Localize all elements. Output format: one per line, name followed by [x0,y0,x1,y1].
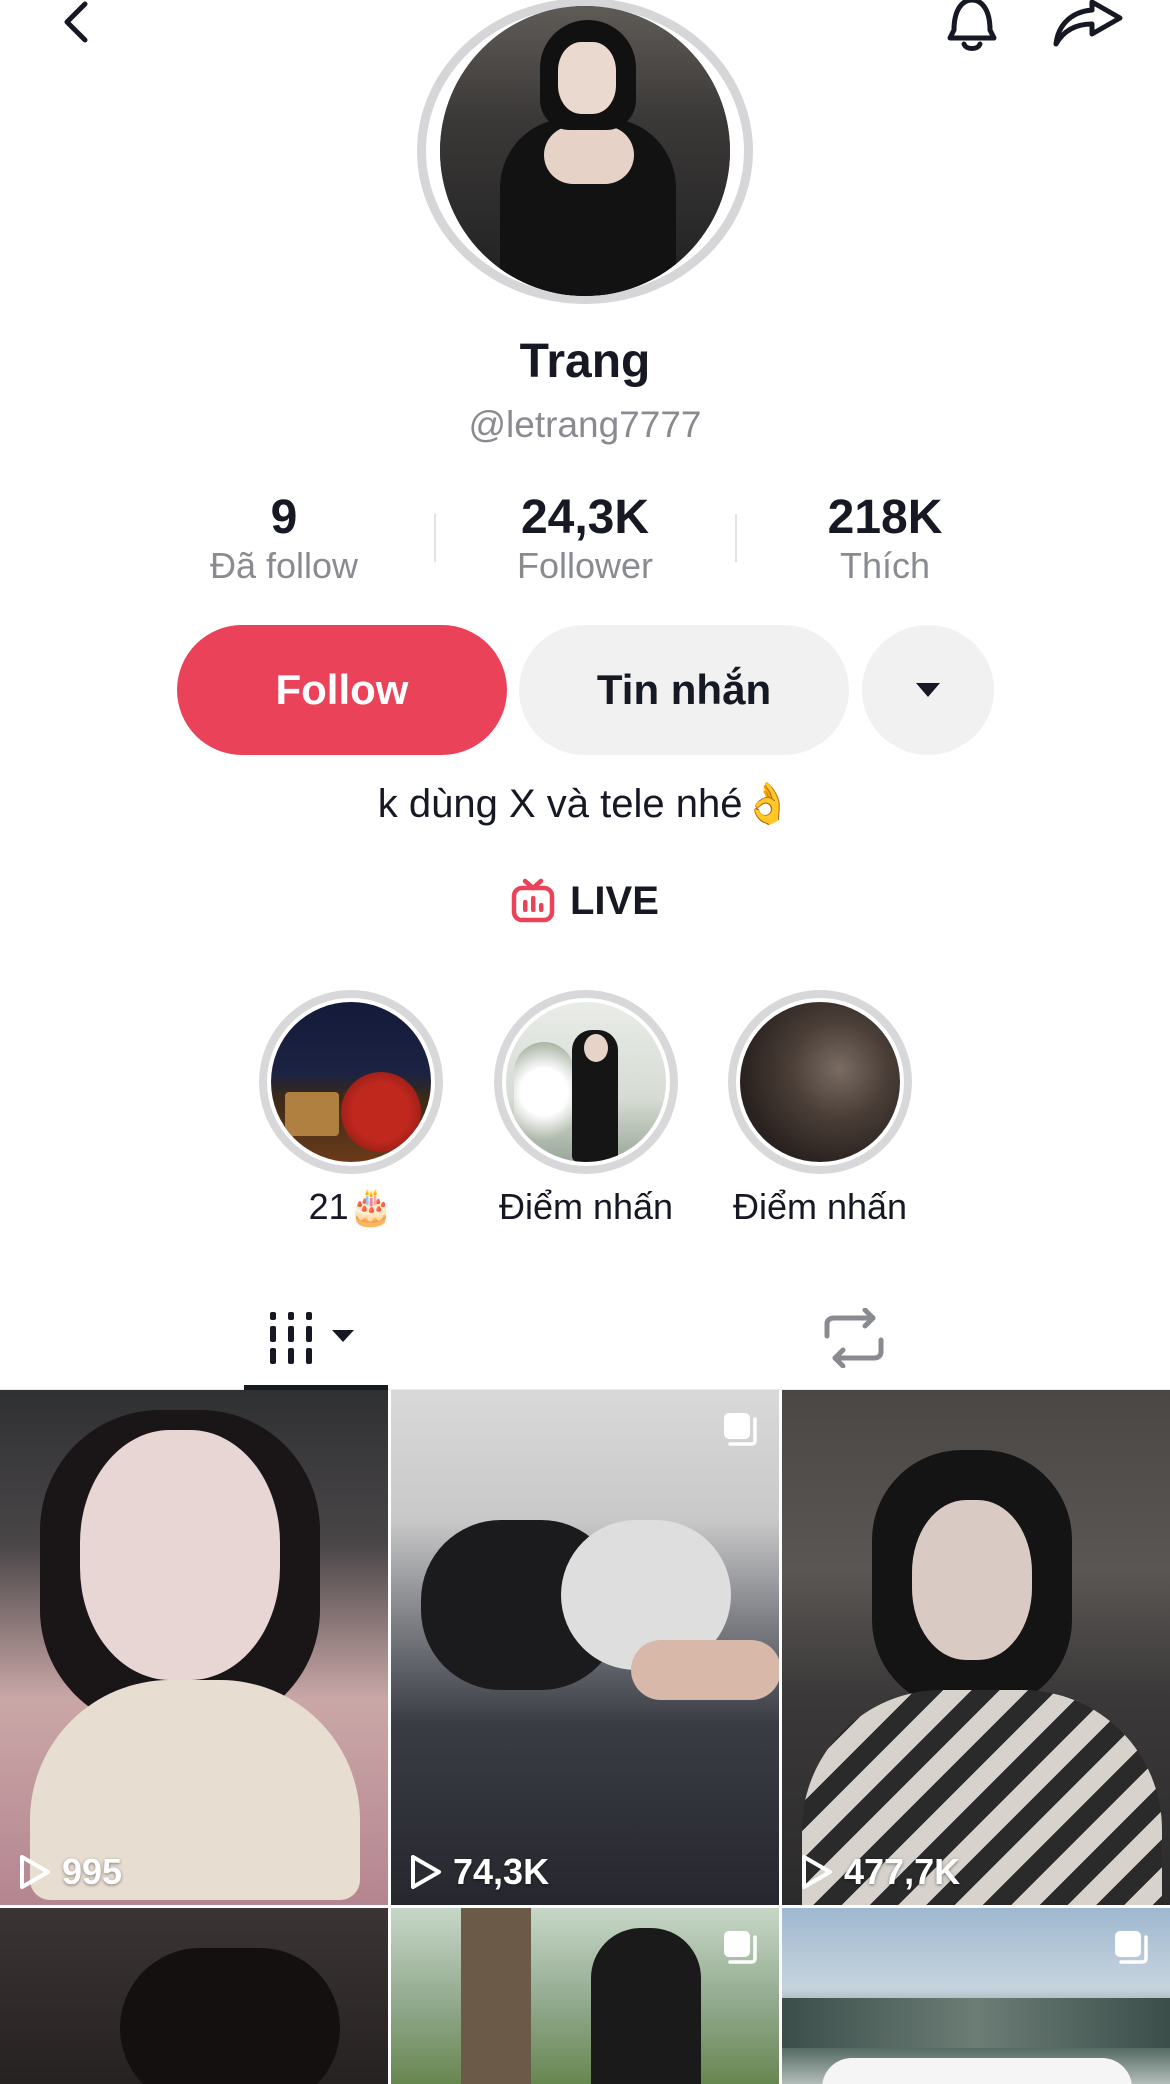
content-tabs [0,1290,1170,1390]
stat-label: Follower [516,545,654,586]
share-button[interactable] [1050,0,1126,56]
video-grid-icon [270,1312,354,1364]
video-thumbnail[interactable]: 995 [0,1390,388,1905]
stat-value: 24,3K [520,491,650,544]
profile-avatar-ring[interactable] [417,0,753,304]
more-options-button[interactable] [862,625,994,755]
notification-button[interactable] [940,0,1004,56]
view-count-text: 477,7K [844,1851,961,1892]
profile-name: Trang [519,335,651,388]
highlight-item[interactable]: Điểm nhấn [728,990,912,1228]
stat-followers[interactable]: 24,3K Follower [435,488,735,588]
profile-bio: k dùng X và tele nhé👌 [377,782,793,826]
highlight-ring [728,990,912,1174]
message-button[interactable]: Tin nhắn [519,625,849,755]
view-count: 995 [18,1851,122,1893]
live-label: LIVE [570,878,659,923]
multi-image-icon [724,1931,757,1964]
highlight-item[interactable]: 21🎂 [259,990,443,1228]
highlight-label: Điểm nhấn [498,1186,674,1227]
follow-button[interactable]: Follow [177,625,507,755]
highlight-label: 21🎂 [308,1186,394,1227]
video-thumbnail[interactable]: 477,7K [782,1390,1170,1905]
stat-label: Thích [839,545,931,586]
view-count: 477,7K [800,1851,960,1893]
stat-value: 9 [270,491,298,544]
tab-videos[interactable] [244,1298,388,1378]
highlight-thumbnail [506,1002,666,1162]
view-count-text: 74,3K [453,1851,550,1892]
highlight-item[interactable]: Điểm nhấn [494,990,678,1228]
share-arrow-icon [1053,0,1123,47]
play-icon [411,1855,441,1889]
bell-icon [947,0,997,51]
view-count-text: 995 [62,1851,123,1892]
highlight-thumbnail [740,1002,900,1162]
multi-image-badge [1112,1928,1150,1971]
multi-image-badge [721,1410,759,1453]
video-thumbnail[interactable] [391,1908,779,2084]
highlight-ring [259,990,443,1174]
play-icon [802,1855,832,1889]
back-button[interactable] [52,0,102,50]
multi-image-icon [1115,1931,1148,1964]
view-count: 74,3K [409,1851,549,1893]
live-link[interactable]: LIVE [510,876,659,926]
stat-likes[interactable]: 218K Thích [735,488,1035,588]
chevron-left-icon [64,1,88,43]
stat-following[interactable]: 9 Đã follow [134,488,434,588]
highlight-ring [494,990,678,1174]
avatar[interactable] [440,6,730,296]
repost-icon [824,1308,884,1368]
play-icon [20,1855,50,1889]
video-thumbnail[interactable] [0,1908,388,2084]
live-tv-icon [511,878,555,923]
profile-stats: 9 Đã follow 24,3K Follower 218K Thích [0,488,1170,598]
highlight-label: Điểm nhấn [732,1186,908,1227]
multi-image-badge [721,1928,759,1971]
stat-value: 218K [827,491,943,544]
video-thumbnail[interactable]: 74,3K [391,1390,779,1905]
caret-down-icon [916,683,940,697]
stat-label: Đã follow [209,545,359,586]
highlight-thumbnail [271,1002,431,1162]
profile-handle: @letrang7777 [468,404,702,445]
tab-reposts[interactable] [818,1298,890,1378]
video-thumbnail[interactable] [782,1908,1170,2084]
multi-image-icon [724,1413,757,1446]
